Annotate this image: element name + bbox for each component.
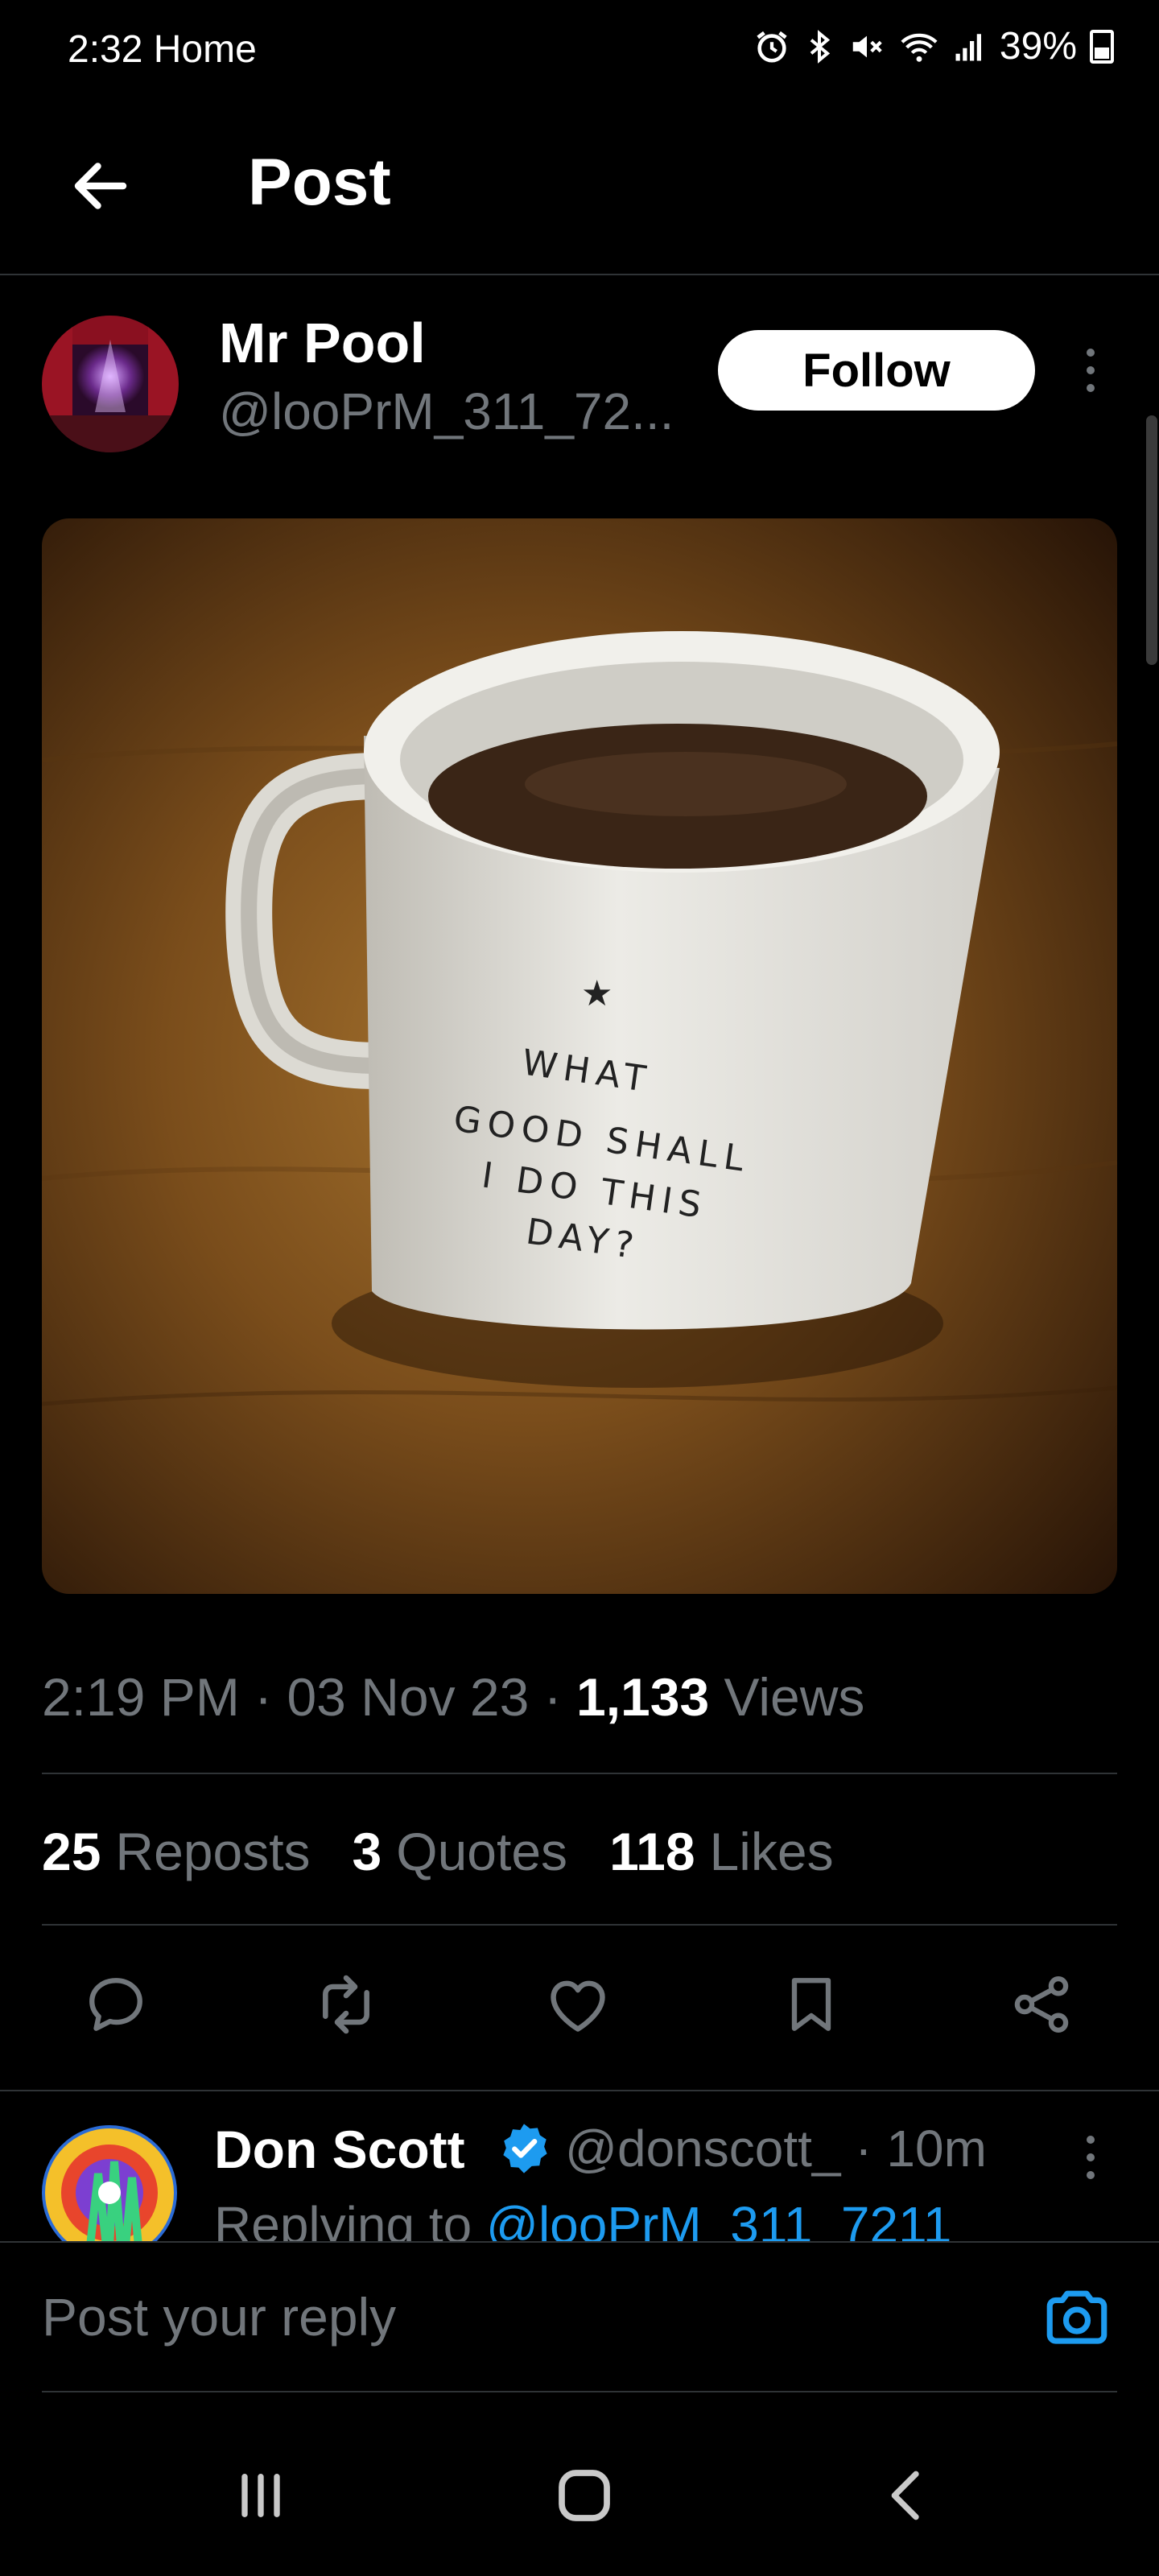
- repost-icon: [323, 1975, 369, 2034]
- reposts-count: 25: [42, 1822, 101, 1881]
- recent-apps-button[interactable]: [212, 2447, 309, 2544]
- more-dot: [1087, 366, 1095, 374]
- composer-divider: [42, 2391, 1117, 2392]
- home-icon: [559, 2470, 610, 2521]
- back-button[interactable]: [56, 142, 145, 230]
- author-handle[interactable]: @looPrM_311_72...: [219, 382, 674, 441]
- meta-separator: ·: [855, 2120, 872, 2178]
- author-name[interactable]: Mr Pool: [219, 311, 426, 375]
- reply-input[interactable]: [42, 2286, 992, 2347]
- status-time: 2:32 Home: [68, 27, 257, 72]
- actions-divider: [0, 2090, 1159, 2091]
- quotes-label: Quotes: [396, 1822, 568, 1881]
- reply-button[interactable]: [76, 1964, 156, 2045]
- share-button[interactable]: [1001, 1964, 1082, 2045]
- like-button[interactable]: [538, 1964, 618, 2045]
- psychedelic-hands-image: [42, 2125, 177, 2260]
- post-meta: 2:19 PM · 03 Nov 23 · 1,133 Views: [42, 1666, 864, 1728]
- reply-icon: [89, 1978, 142, 2031]
- views-count: 1,133: [576, 1667, 710, 1727]
- arrow-left-icon: [74, 163, 127, 209]
- page-title: Post: [248, 146, 391, 219]
- status-app-label: Home: [153, 28, 257, 71]
- alarm-icon: [757, 31, 787, 63]
- repost-button[interactable]: [306, 1964, 386, 2045]
- home-button[interactable]: [536, 2447, 633, 2544]
- meta-separator: ·: [543, 1667, 562, 1727]
- more-dot: [1087, 2136, 1095, 2144]
- camera-icon: [1046, 2290, 1107, 2344]
- post-time: 2:19 PM: [42, 1667, 240, 1727]
- quotes-count: 3: [352, 1822, 382, 1881]
- signal-icon: [955, 33, 981, 60]
- reply-more-button[interactable]: [1070, 2125, 1111, 2190]
- like-icon: [551, 1980, 605, 2032]
- post-stats: 25 Reposts 3 Quotes 118 Likes: [42, 1821, 834, 1882]
- bookmark-button[interactable]: [771, 1964, 852, 2045]
- theater-stage-image: [42, 316, 179, 452]
- share-icon: [1014, 1976, 1069, 2033]
- recents-icon: [241, 2474, 280, 2517]
- reply-avatar[interactable]: [42, 2125, 177, 2260]
- status-icons: 39%: [753, 24, 1114, 68]
- header-divider: [0, 274, 1159, 275]
- reply-handle[interactable]: @donscott_: [565, 2120, 841, 2178]
- scrollbar[interactable]: [1146, 415, 1157, 665]
- meta-separator: ·: [254, 1667, 273, 1727]
- meta-divider: [42, 1773, 1117, 1774]
- system-back-button[interactable]: [860, 2447, 956, 2544]
- more-dot: [1087, 2171, 1095, 2179]
- wifi-icon: [901, 33, 938, 62]
- views-label: Views: [724, 1667, 865, 1727]
- stats-divider: [42, 1924, 1117, 1926]
- chevron-left-icon: [891, 2471, 919, 2520]
- quotes-stat[interactable]: 3 Quotes: [353, 1821, 568, 1882]
- reply-handle-line: @donscott_ · 10m: [565, 2119, 987, 2178]
- replying-to-link[interactable]: @looPrM_311_7211: [486, 2196, 952, 2241]
- battery-percent: 39%: [999, 25, 1077, 68]
- clock: 2:32: [68, 28, 143, 71]
- replying-to-line: Replying to @looPrM_311_7211: [214, 2193, 1140, 2241]
- post-date: 03 Nov 23: [287, 1667, 530, 1727]
- svg-text:★: ★: [581, 973, 612, 1014]
- likes-stat[interactable]: 118 Likes: [609, 1821, 834, 1882]
- reply-time: 10m: [886, 2120, 987, 2178]
- reposts-label: Reposts: [115, 1822, 311, 1881]
- replying-to-label: Replying to: [214, 2196, 472, 2241]
- bluetooth-icon: [810, 29, 831, 64]
- coffee-mug-photo: ★ WHAT GOOD SHALL I DO THIS DAY?: [42, 518, 1117, 1594]
- reply-composer: [0, 2241, 1159, 2392]
- follow-button[interactable]: Follow: [718, 330, 1035, 411]
- more-dot: [1087, 2153, 1095, 2161]
- author-avatar[interactable]: [42, 316, 179, 452]
- verified-badge-icon: [496, 2120, 552, 2177]
- more-dot: [1087, 349, 1095, 357]
- camera-button[interactable]: [1038, 2278, 1116, 2355]
- likes-label: Likes: [709, 1822, 834, 1881]
- battery-icon: [1090, 29, 1114, 64]
- mute-icon: [852, 35, 882, 57]
- more-dot: [1087, 384, 1095, 392]
- bookmark-icon: [791, 1978, 831, 2031]
- post-image[interactable]: ★ WHAT GOOD SHALL I DO THIS DAY?: [42, 518, 1117, 1594]
- reposts-stat[interactable]: 25 Reposts: [42, 1821, 311, 1882]
- more-options-button[interactable]: [1070, 338, 1111, 402]
- likes-count: 118: [609, 1822, 695, 1881]
- reply-author-name[interactable]: Don Scott: [214, 2119, 465, 2180]
